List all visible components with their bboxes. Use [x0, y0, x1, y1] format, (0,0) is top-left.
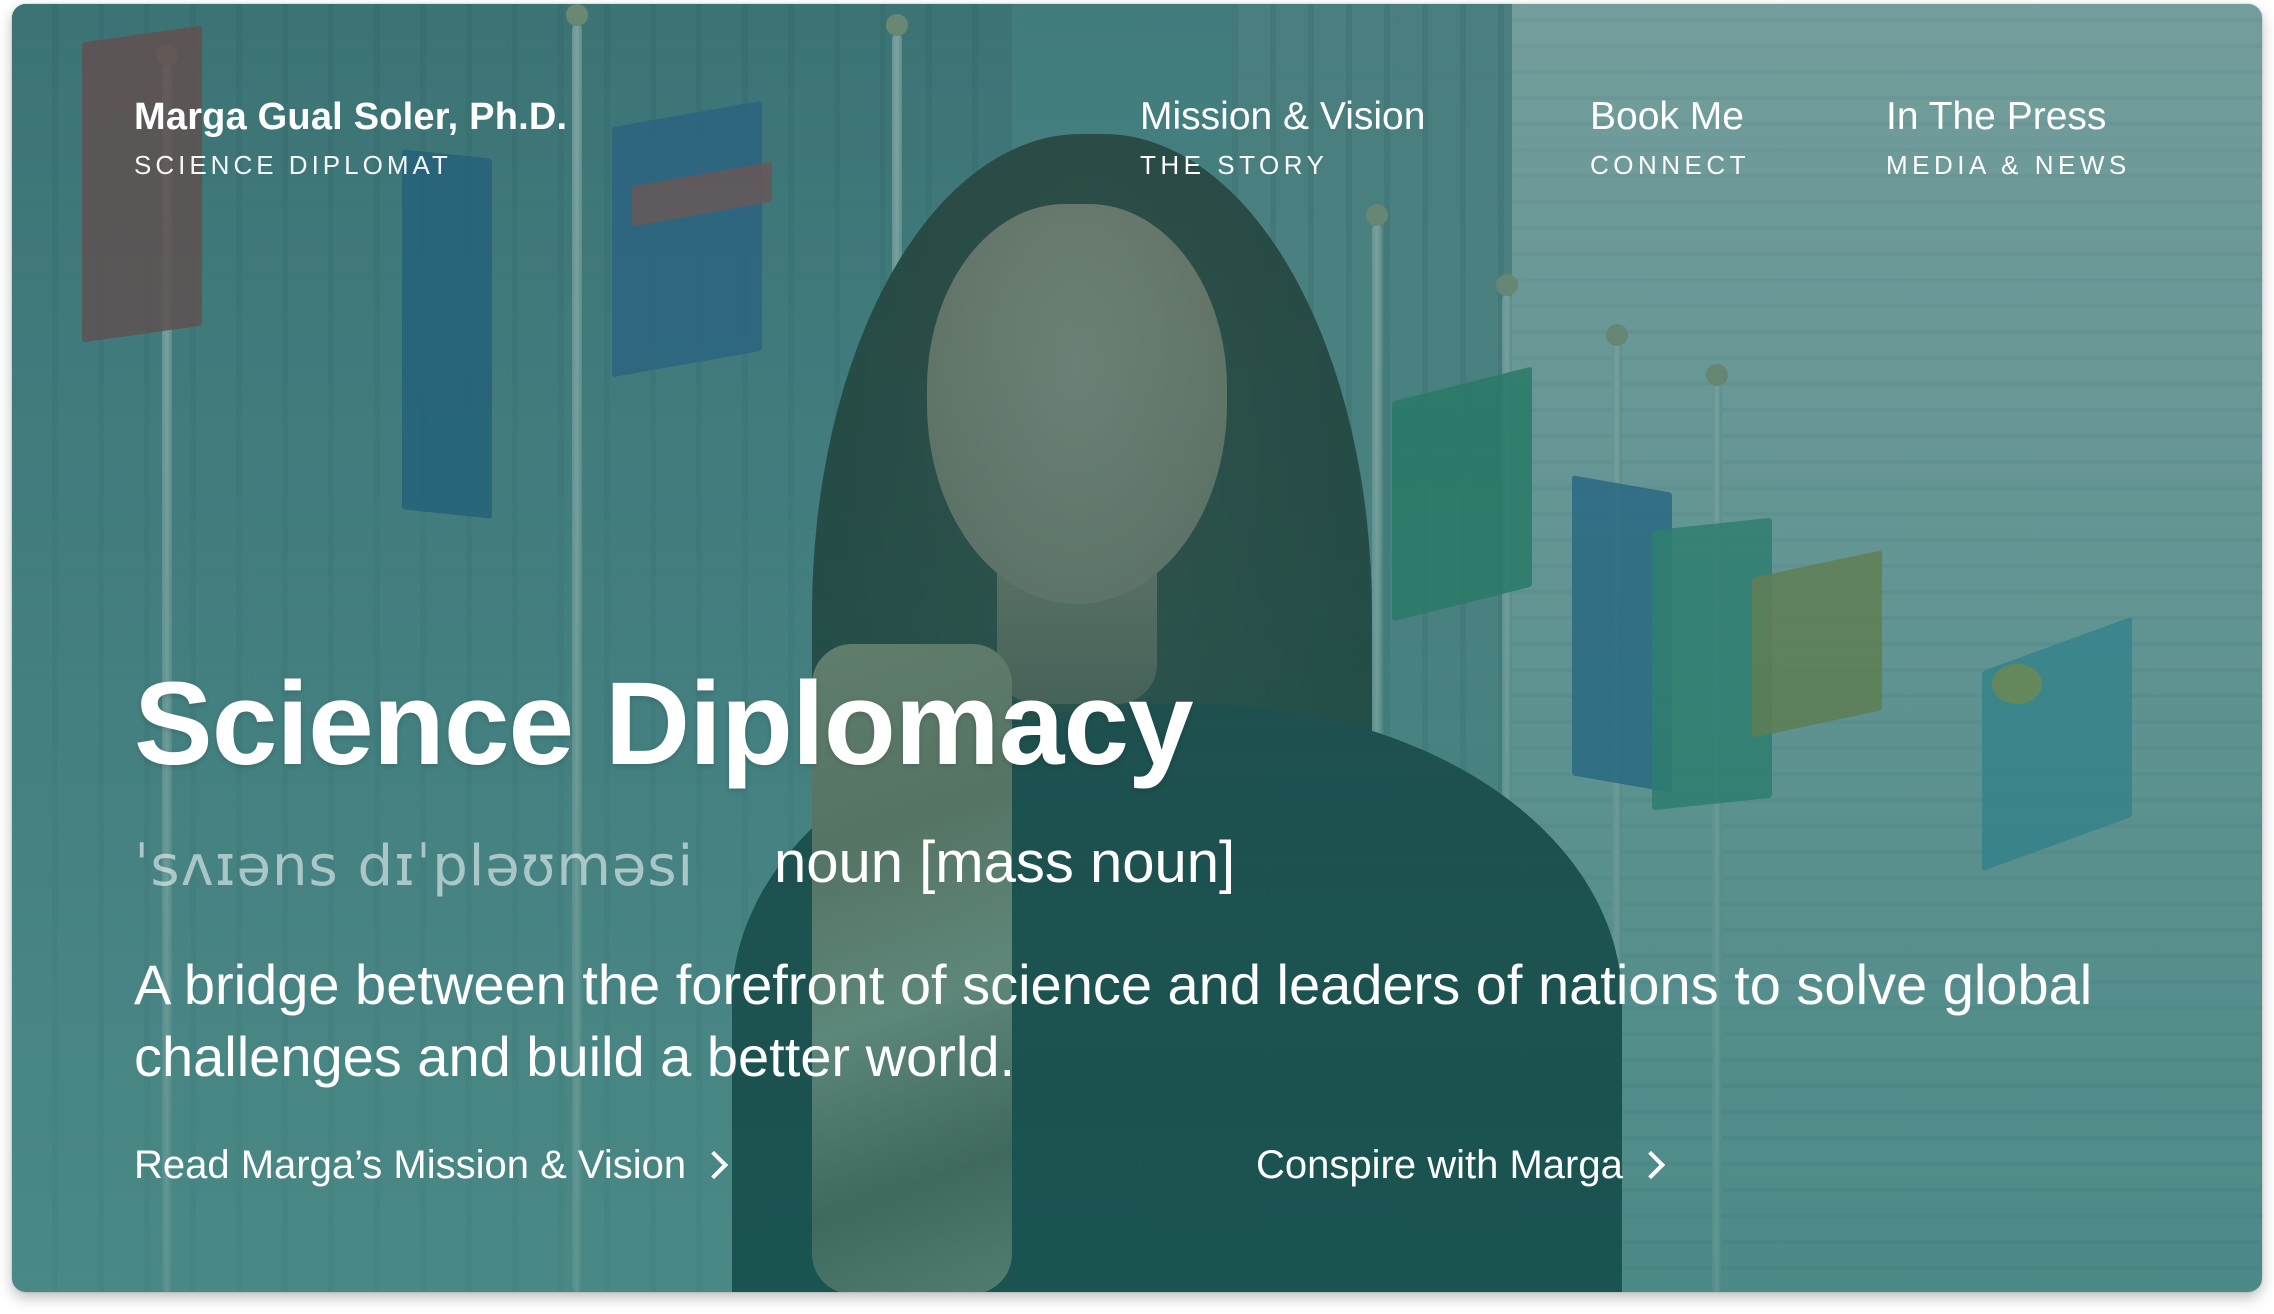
chevron-right-icon [1636, 1150, 1665, 1180]
nav-item-book-me[interactable]: Book Me CONNECT [1590, 94, 1750, 181]
mission-vision-link[interactable]: Read Marga’s Mission & Vision [134, 1140, 729, 1190]
nav-item-subtitle: MEDIA & NEWS [1886, 150, 2131, 180]
teal-overlay [12, 4, 2262, 1292]
nav-item-subtitle: THE STORY [1140, 150, 1329, 180]
pronunciation: ˈsʌɪəns dɪˈpləʊməsi [134, 834, 695, 899]
nav-item-title: Mission & Vision [1140, 95, 1426, 138]
nav-item-title: Book Me [1590, 95, 1744, 138]
hero-title: Science Diplomacy [134, 658, 1194, 790]
nav-item-in-the-press[interactable]: In The Press MEDIA & NEWS [1886, 94, 2131, 181]
hero-section: Marga Gual Soler, Ph.D. SCIENCE DIPLOMAT… [12, 4, 2262, 1292]
conspire-link-label: Conspire with Marga [1256, 1143, 1623, 1187]
nav-item-title: In The Press [1886, 95, 2107, 138]
mission-vision-link-label: Read Marga’s Mission & Vision [134, 1143, 687, 1187]
part-of-speech: noun [mass noun] [774, 830, 1236, 895]
main-nav: Mission & Vision THE STORY Book Me CONNE… [12, 94, 2262, 194]
chevron-right-icon [699, 1150, 729, 1180]
nav-item-mission-vision[interactable]: Mission & Vision THE STORY [1140, 94, 1425, 181]
definition-text: A bridge between the forefront of scienc… [134, 953, 2093, 1088]
conspire-link[interactable]: Conspire with Marga [1256, 1140, 1665, 1190]
nav-item-subtitle: CONNECT [1590, 150, 1751, 180]
